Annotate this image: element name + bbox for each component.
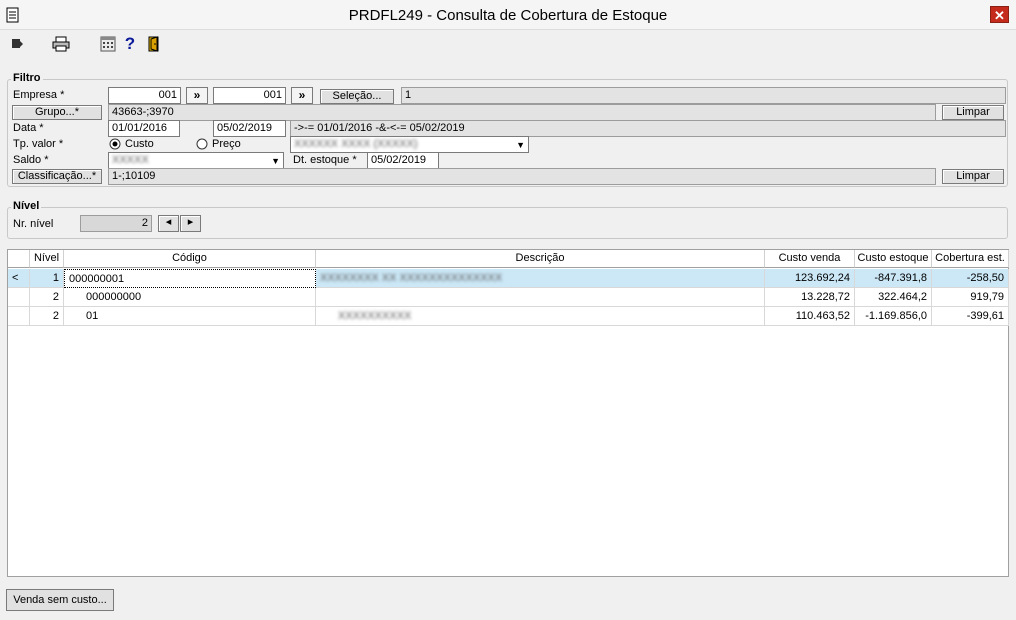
row-cobertura: -399,61	[932, 307, 1009, 326]
saldo-value: XXXXX	[112, 154, 149, 166]
row-custo-estoque: -1.169.856,0	[855, 307, 932, 326]
tabela-preco-value: XXXXXX XXXX (XXXXX)	[294, 138, 418, 150]
saldo-label: Saldo *	[13, 154, 49, 166]
row-custo-estoque: -847.391,8	[855, 269, 932, 288]
row-custo-venda: 13.228,72	[765, 288, 855, 307]
help-icon[interactable]: ?	[121, 34, 139, 53]
venda-sem-custo-button[interactable]: Venda sem custo...	[6, 589, 114, 611]
empresa-label: Empresa *	[13, 89, 65, 101]
row-codigo[interactable]: 000000000	[64, 288, 316, 307]
exit-icon[interactable]	[8, 35, 26, 53]
empresa-from-input[interactable]: 001	[108, 87, 181, 104]
row-descricao-text: XXXXXXXXXX	[338, 310, 412, 322]
grupo-limpar-button[interactable]: Limpar	[942, 105, 1004, 120]
row-descricao: XXXXXXXX XX XXXXXXXXXXXXXX	[316, 269, 765, 288]
grid-header-cobertura[interactable]: Cobertura est.	[932, 250, 1009, 268]
classificacao-button[interactable]: Classificação...*	[12, 169, 102, 184]
row-cobertura: -258,50	[932, 269, 1009, 288]
preco-radio-label: Preço	[212, 138, 241, 150]
dt-estoque-label: Dt. estoque *	[293, 154, 357, 166]
nivel-increase-button[interactable]: ▸	[180, 215, 201, 232]
grupo-value: 43663-;3970	[108, 104, 936, 121]
grid-header-descricao[interactable]: Descrição	[316, 250, 765, 268]
row-marker: <	[8, 269, 30, 288]
selecao-value: 1	[401, 87, 1006, 104]
empresa-lookup-button[interactable]: »	[186, 87, 208, 104]
row-nivel: 1	[30, 269, 64, 288]
row-marker	[8, 288, 30, 307]
results-grid[interactable]: Nível Código Descrição Custo venda Custo…	[7, 249, 1009, 577]
row-descricao	[316, 288, 765, 307]
data-from-input[interactable]: 01/01/2016	[108, 120, 180, 137]
selecao-button[interactable]: Seleção...	[320, 89, 394, 104]
dt-estoque-input[interactable]: 05/02/2019	[367, 152, 439, 169]
grid-header-codigo[interactable]: Código	[64, 250, 316, 268]
row-custo-estoque: 322.464,2	[855, 288, 932, 307]
tabela-preco-select[interactable]: XXXXXX XXXX (XXXXX) ▼	[290, 136, 529, 153]
row-nivel: 2	[30, 288, 64, 307]
row-codigo[interactable]: 000000001	[64, 269, 316, 288]
row-descricao-text: XXXXXXXX XX XXXXXXXXXXXXXX	[320, 272, 503, 284]
grid-header-custo-venda[interactable]: Custo venda	[765, 250, 855, 268]
row-descricao: XXXXXXXXXX	[316, 307, 765, 326]
nivel-decrease-button[interactable]: ◂	[158, 215, 179, 232]
grid-header-nivel[interactable]: Nível	[30, 250, 64, 268]
print-icon[interactable]	[52, 35, 70, 53]
grupo-button[interactable]: Grupo...*	[12, 105, 102, 120]
row-codigo[interactable]: 01	[64, 307, 316, 326]
classificacao-limpar-button[interactable]: Limpar	[942, 169, 1004, 184]
saldo-select[interactable]: XXXXX ▼	[108, 152, 284, 169]
empresa-to-lookup-button[interactable]: »	[291, 87, 313, 104]
chevron-down-icon: ▼	[271, 156, 280, 166]
row-nivel: 2	[30, 307, 64, 326]
empresa-to-input[interactable]: 001	[213, 87, 286, 104]
row-custo-venda: 110.463,52	[765, 307, 855, 326]
row-custo-venda: 123.692,24	[765, 269, 855, 288]
data-label: Data *	[13, 122, 44, 134]
filtro-group-label: Filtro	[11, 72, 43, 84]
row-cobertura: 919,79	[932, 288, 1009, 307]
preco-radio[interactable]	[196, 138, 208, 150]
chevron-down-icon: ▼	[516, 140, 525, 150]
grid-header-marker	[8, 250, 30, 268]
row-marker	[8, 307, 30, 326]
data-range-display: ->-= 01/01/2016 -&-<-= 05/02/2019	[290, 120, 1006, 137]
nr-nivel-value: 2	[80, 215, 152, 232]
data-to-input[interactable]: 05/02/2019	[213, 120, 286, 137]
nr-nivel-label: Nr. nível	[13, 218, 54, 230]
custo-radio[interactable]	[109, 138, 121, 150]
tp-valor-label: Tp. valor *	[13, 138, 64, 150]
classificacao-value: 1-;10109	[108, 168, 936, 185]
close-button[interactable]: ✕	[990, 6, 1009, 23]
grid-header-custo-estoque[interactable]: Custo estoque	[855, 250, 932, 268]
door-icon[interactable]	[145, 35, 163, 53]
calculator-icon[interactable]	[99, 35, 117, 53]
custo-radio-label: Custo	[125, 138, 154, 150]
nivel-group-label: Nível	[11, 200, 42, 212]
window-title: PRDFL249 - Consulta de Cobertura de Esto…	[348, 7, 668, 24]
